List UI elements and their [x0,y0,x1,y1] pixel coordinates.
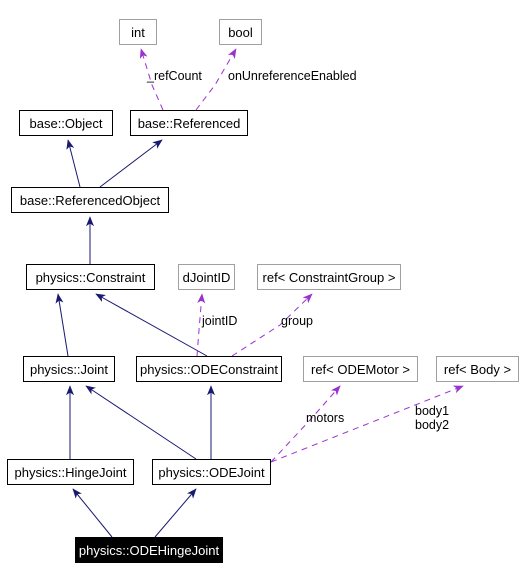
class-node-ref-constraintgroup[interactable]: ref< ConstraintGroup > [257,264,401,290]
class-node-ref-body[interactable]: ref< Body > [436,356,519,382]
class-node-physics-constraint[interactable]: physics::Constraint [26,264,155,290]
class-node-base-object[interactable]: base::Object [19,110,113,136]
class-node-label: physics::Joint [29,361,109,377]
class-node-label: physics::ODEHingeJoint [78,542,220,558]
class-node-label: base::Object [29,115,103,131]
edge-label-body1: body1 [415,404,450,418]
class-node-label: bool [228,24,253,40]
class-node-base-referenced[interactable]: base::Referenced [130,110,248,136]
class-node-physics-odehingejoint: physics::ODEHingeJoint [75,537,223,563]
class-node-int[interactable]: int [119,19,157,45]
class-node-label: base::Referenced [137,115,241,131]
edge-label-refcount: _refCount [147,69,202,83]
class-node-label: int [131,24,145,40]
class-node-label: ref< ODEMotor > [311,361,410,377]
class-node-physics-odeconstraint[interactable]: physics::ODEConstraint [136,356,282,382]
class-node-physics-joint[interactable]: physics::Joint [23,356,115,382]
class-node-physics-hingejoint[interactable]: physics::HingeJoint [7,459,134,485]
edge-referencedobject-to-object [66,139,81,188]
class-node-label: ref< ConstraintGroup > [262,269,396,285]
edge-odejoint-to-joint [85,385,197,460]
class-node-label: physics::HingeJoint [14,464,127,480]
class-node-label: ref< Body > [443,361,512,377]
edge-referencedobject-to-referenced [99,139,163,188]
edge-label-body2: body2 [415,418,450,432]
class-node-label: base::ReferencedObject [19,192,161,208]
edge-odehingejoint-to-odejoint [154,488,197,538]
class-node-ref-odemotor[interactable]: ref< ODEMotor > [303,356,418,382]
edge-label-jointid: jointID [202,314,238,328]
edge-odeconstraint-to-constraint [95,293,208,357]
class-node-djointid[interactable]: dJointID [178,264,235,290]
edge-label-onunreferenceenabled: onUnreferenceEnabled [228,69,357,83]
class-node-label: physics::ODEConstraint [140,361,278,377]
class-node-bool[interactable]: bool [219,19,262,45]
edge-joint-to-constraint [55,293,69,357]
uml-class-diagram: int boolbase::Object base::Referencedbase:… [0,0,522,579]
edge-label-group: group [281,314,313,328]
class-node-base-referencedobject[interactable]: base::ReferencedObject [11,187,169,213]
class-node-physics-odejoint[interactable]: physics::ODEJoint [152,459,271,485]
class-node-label: physics::ODEJoint [158,464,265,480]
class-node-label: physics::Constraint [35,269,146,285]
edge-odehingejoint-to-hingejoint [72,488,113,538]
class-node-label: dJointID [182,269,231,285]
edge-label-motors: motors [306,411,345,425]
